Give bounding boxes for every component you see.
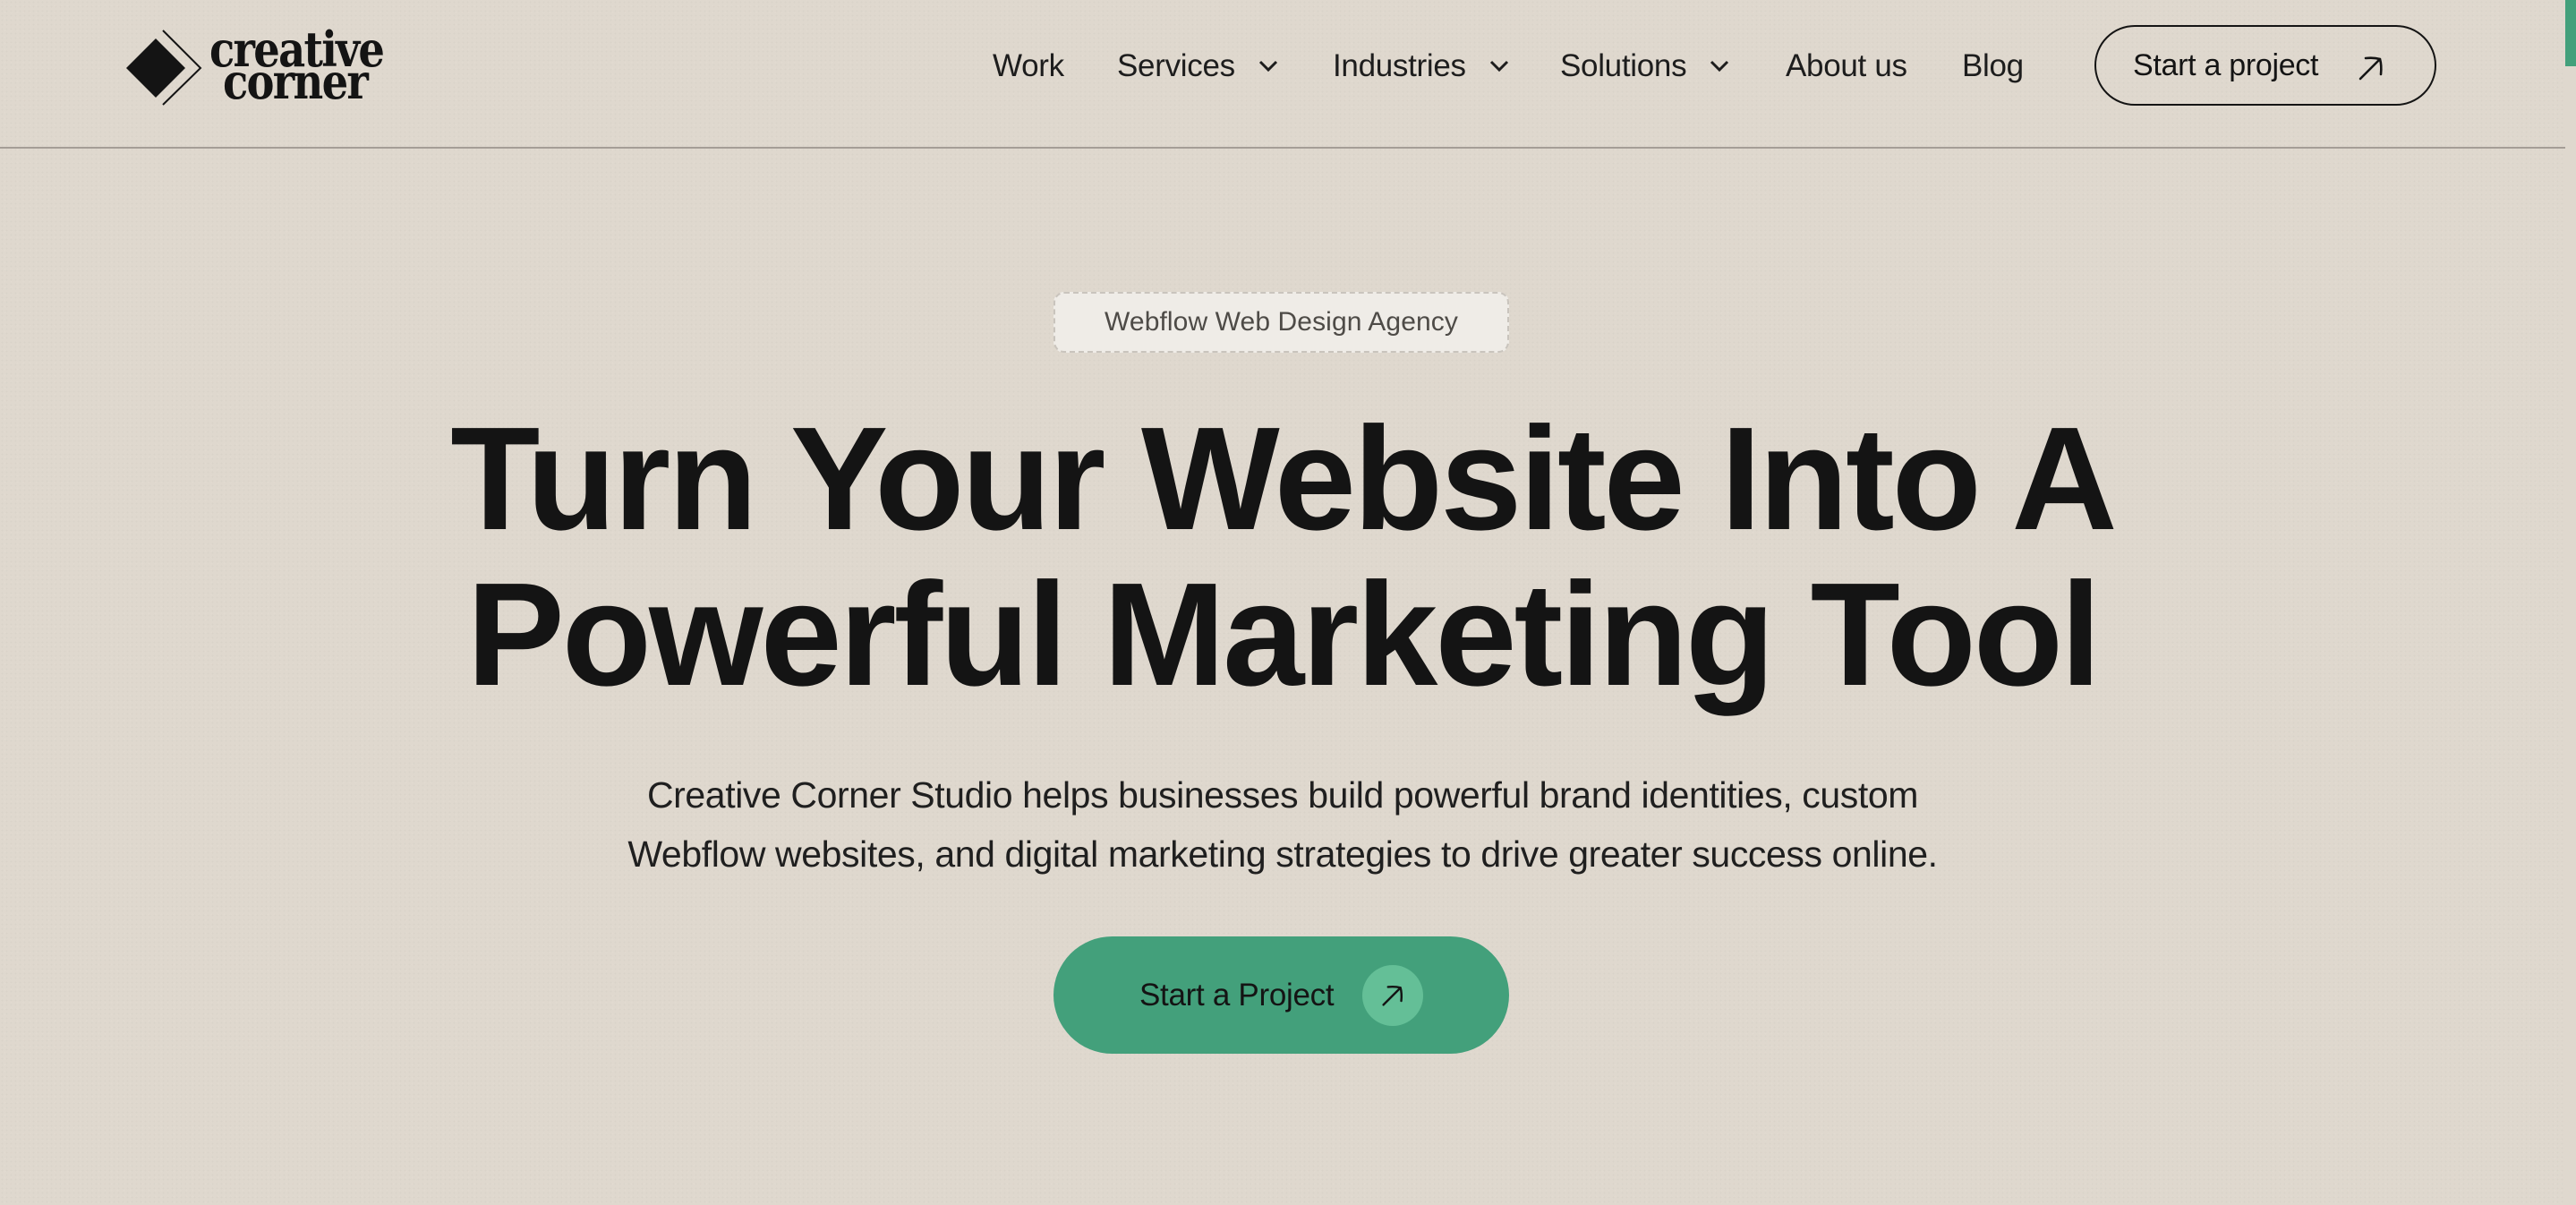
headline-line: Turn Your Website Into A: [450, 397, 2118, 560]
chevron-down-icon: [1710, 60, 1729, 73]
agency-badge: Webflow Web Design Agency: [1053, 292, 1509, 353]
nav-item-label: Work: [993, 48, 1064, 83]
nav-item-about-us[interactable]: About us: [1786, 45, 1907, 88]
hero-headline: Turn Your Website Into A Powerful Market…: [0, 401, 2565, 713]
nav-item-solutions[interactable]: Solutions: [1560, 45, 1729, 88]
nav-item-industries[interactable]: Industries: [1333, 45, 1509, 88]
chevron-down-icon: [1489, 60, 1508, 73]
site-header: creative corner Work Services Industries…: [0, 0, 2565, 149]
start-project-hero-button[interactable]: Start a Project: [1053, 936, 1509, 1054]
page-scrollbar[interactable]: [2565, 0, 2576, 1205]
nav-item-work[interactable]: Work: [993, 45, 1064, 88]
hero-description: Creative Corner Studio helps businesses …: [0, 765, 2565, 884]
diamond-chevron-logo-icon: [126, 30, 202, 106]
nav-item-services[interactable]: Services: [1117, 45, 1278, 88]
description-line: Creative Corner Studio helps businesses …: [646, 774, 1919, 816]
nav-item-label: Blog: [1962, 48, 2024, 83]
arrow-up-right-icon: [1382, 985, 1403, 1006]
logo-text-line2: corner: [223, 53, 369, 110]
button-label: Start a project: [2133, 47, 2319, 82]
scrollbar-thumb[interactable]: [2565, 0, 2576, 66]
nav-item-label: Solutions: [1560, 48, 1687, 83]
arrow-circle: [1362, 965, 1423, 1026]
logo-link[interactable]: creative corner: [120, 25, 397, 111]
arrow-up-right-icon: [2358, 56, 2383, 81]
nav-item-blog[interactable]: Blog: [1962, 45, 2024, 88]
nav-item-label: Industries: [1333, 48, 1466, 83]
description-line: Webflow websites, and digital marketing …: [627, 833, 1938, 875]
button-label: Start a Project: [1139, 977, 1335, 1013]
chevron-down-icon: [1258, 60, 1277, 73]
nav-item-label: Services: [1117, 48, 1235, 83]
headline-line: Powerful Marketing Tool: [466, 552, 2101, 716]
start-project-header-button[interactable]: Start a project: [2094, 25, 2436, 106]
nav-item-label: About us: [1786, 48, 1907, 83]
